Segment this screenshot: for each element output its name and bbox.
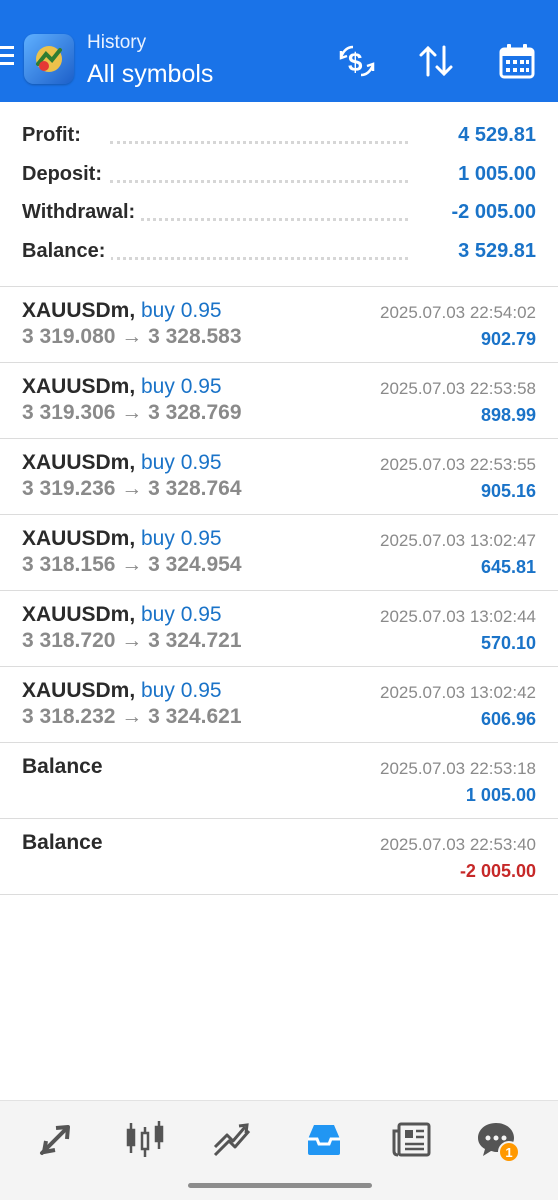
balance-op-time: 2025.07.03 22:53:40 (380, 835, 536, 854)
deal-prices: 3 319.080 → 3 328.583 (22, 325, 242, 348)
screen-title[interactable]: All symbols (87, 60, 213, 89)
deposit-label: Deposit: (22, 162, 108, 186)
quotes-icon[interactable] (32, 1115, 80, 1163)
deal-profit: 606.96 (480, 709, 536, 729)
deal-type: buy 0.95 (141, 679, 222, 702)
deal-prices: 3 318.232 → 3 324.621 (22, 705, 242, 728)
deal-type: buy 0.95 (141, 451, 222, 474)
deposit-withdraw-icon[interactable]: $ (334, 38, 380, 84)
deal-profit: 905.16 (480, 481, 536, 501)
deal-type: buy 0.95 (141, 375, 222, 398)
menu-icon[interactable] (0, 46, 16, 70)
deal-time: 2025.07.03 22:53:55 (380, 455, 536, 474)
deal-row[interactable]: XAUUSDm, buy 0.95 3 319.306 → 3 328.769 … (0, 363, 558, 439)
deal-type: buy 0.95 (141, 603, 222, 626)
chat-badge: 1 (498, 1141, 520, 1163)
deal-row[interactable]: XAUUSDm, buy 0.95 3 318.156 → 3 324.954 … (0, 515, 558, 591)
calendar-icon[interactable] (494, 38, 540, 84)
screen-subtitle: History (87, 32, 147, 53)
dotted-leader (110, 218, 408, 221)
home-indicator[interactable] (188, 1183, 372, 1188)
balance-op-label: Balance (22, 831, 103, 854)
chat-icon[interactable]: 1 (472, 1115, 520, 1163)
summary-balance-row: Balance: 3 529.81 (0, 232, 558, 271)
deal-symbol: XAUUSDm, (22, 451, 136, 474)
deal-type: buy 0.95 (141, 299, 222, 322)
deal-time: 2025.07.03 13:02:42 (380, 683, 536, 702)
profit-label: Profit: (22, 124, 87, 147)
svg-text:$: $ (348, 47, 363, 77)
withdrawal-label: Withdrawal: (22, 201, 142, 224)
deal-profit: 902.79 (480, 329, 536, 349)
sort-icon[interactable] (413, 38, 459, 84)
summary-panel: Profit: 4 529.81 Deposit: 1 005.00 Withd… (0, 116, 558, 270)
deal-prices: 3 318.156 → 3 324.954 (22, 553, 242, 576)
app-logo[interactable] (24, 34, 74, 84)
deal-row[interactable]: XAUUSDm, buy 0.95 3 318.232 → 3 324.621 … (0, 667, 558, 743)
deal-profit: 898.99 (480, 405, 536, 425)
news-icon[interactable] (388, 1115, 436, 1163)
app-bar: History All symbols $ (0, 0, 558, 102)
deal-time: 2025.07.03 22:54:02 (380, 303, 536, 322)
dotted-leader (110, 141, 408, 144)
summary-profit-row: Profit: 4 529.81 (0, 116, 558, 155)
deal-row[interactable]: XAUUSDm, buy 0.95 3 319.236 → 3 328.764 … (0, 439, 558, 515)
deal-symbol: XAUUSDm, (22, 679, 136, 702)
deal-prices: 3 319.306 → 3 328.769 (22, 401, 242, 424)
balance-op-time: 2025.07.03 22:53:18 (380, 759, 536, 778)
balance-value: 3 529.81 (450, 239, 536, 263)
dotted-leader (110, 179, 408, 183)
deal-prices: 3 319.236 → 3 328.764 (22, 477, 242, 500)
withdrawal-value: -2 005.00 (443, 201, 536, 224)
deal-time: 2025.07.03 22:53:58 (380, 379, 536, 398)
balance-row[interactable]: Balance 2025.07.03 22:53:18 1 005.00 (0, 743, 558, 819)
deal-symbol: XAUUSDm, (22, 527, 136, 550)
balance-op-label: Balance (22, 755, 103, 778)
deal-symbol: XAUUSDm, (22, 299, 136, 322)
summary-withdrawal-row: Withdrawal: -2 005.00 (0, 193, 558, 232)
deal-time: 2025.07.03 13:02:44 (380, 607, 536, 626)
trade-icon[interactable] (209, 1115, 257, 1163)
deal-row[interactable]: XAUUSDm, buy 0.95 3 319.080 → 3 328.583 … (0, 287, 558, 363)
history-icon[interactable] (300, 1115, 348, 1163)
deal-profit: 570.10 (480, 633, 536, 653)
summary-deposit-row: Deposit: 1 005.00 (0, 155, 558, 194)
deal-type: buy 0.95 (141, 527, 222, 550)
deal-symbol: XAUUSDm, (22, 603, 136, 626)
divider (0, 894, 558, 895)
chart-icon[interactable] (121, 1115, 169, 1163)
balance-label: Balance: (22, 239, 112, 263)
dotted-leader (110, 256, 408, 260)
deal-profit: 645.81 (480, 557, 536, 577)
profit-value: 4 529.81 (450, 124, 536, 147)
deposit-value: 1 005.00 (450, 162, 536, 186)
deal-row[interactable]: XAUUSDm, buy 0.95 3 318.720 → 3 324.721 … (0, 591, 558, 667)
deal-prices: 3 318.720 → 3 324.721 (22, 629, 242, 652)
deal-symbol: XAUUSDm, (22, 375, 136, 398)
balance-row[interactable]: Balance 2025.07.03 22:53:40 -2 005.00 (0, 819, 558, 895)
deal-time: 2025.07.03 13:02:47 (380, 531, 536, 550)
balance-op-amount: -2 005.00 (459, 861, 536, 881)
balance-op-amount: 1 005.00 (465, 785, 536, 805)
